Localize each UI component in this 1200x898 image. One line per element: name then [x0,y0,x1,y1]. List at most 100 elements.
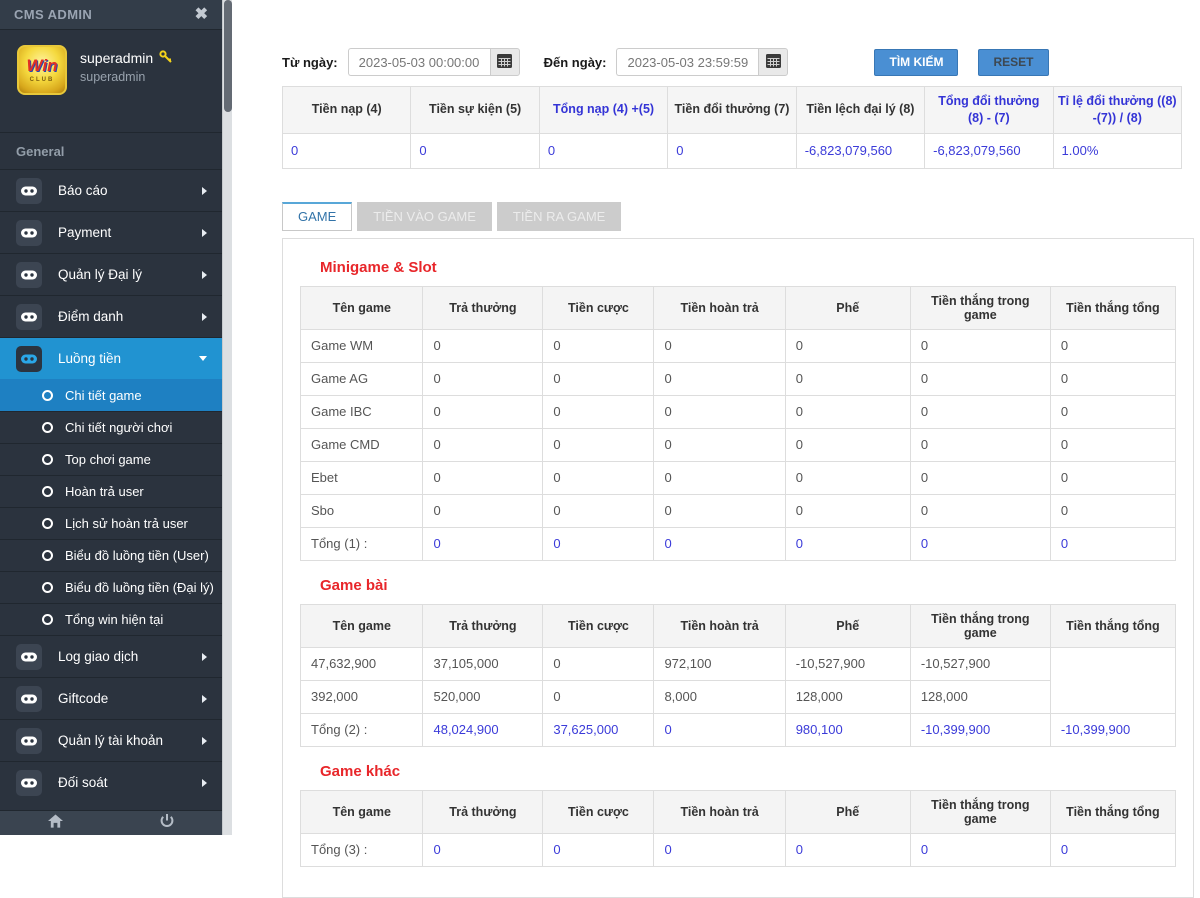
sidebar-item-label: Điểm danh [58,309,124,324]
sidebar-subitem[interactable]: Biểu đồ luồng tiền (Đại lý) [0,571,222,603]
game-table: Tên game Trả thưởng Tiền cược Tiền hoàn trả… [299,285,1177,561]
game-table-cell: 0 [653,427,786,462]
sidebar: CMS ADMIN ✖ Win CLUB superadmin superadm… [0,0,232,835]
sidebar-item[interactable]: Log giao dịch [0,635,222,677]
summary-header-cell: Tiền nạp (4) [281,86,412,134]
game-table-cell: Game AG [299,361,424,396]
game-section: Game bài Tên game Trả thưởng Tiền cược Tiền … [299,577,1177,747]
summary-value-cell: 0 [538,132,669,169]
circle-icon [42,582,53,593]
to-date-input[interactable] [616,48,759,76]
game-table-cell: -10,527,900 [909,646,1051,681]
summary-value-cell: -6,823,079,560 [924,132,1054,169]
game-table-cell: 0 [542,646,655,681]
game-table-cell: -10,527,900 [784,646,911,681]
total-value-cell: 0 [653,526,786,561]
tab-ti-n-ra-game[interactable]: TIỀN RA GAME [496,201,622,231]
game-table-cell: 0 [1049,328,1177,363]
sidebar-item[interactable]: Payment [0,211,222,253]
sidebar-subitem[interactable]: Top chơi game [0,443,222,475]
game-table-cell: 0 [422,394,544,429]
game-table-header-cell: Phế [784,603,911,648]
sidebar-subitem[interactable]: Biểu đồ luồng tiền (User) [0,539,222,571]
summary-value-cell: 0 [281,132,412,169]
sidebar-item[interactable]: Quản lý tài khoản [0,719,222,761]
sidebar-subitem[interactable]: Hoàn trả user [0,475,222,507]
home-button[interactable] [0,811,111,835]
summary-value-cell: -6,823,079,560 [795,132,926,169]
sidebar-subitem[interactable]: Tổng win hiện tại [0,603,222,635]
game-table-row: Game WM 0 0 0 0 0 0 [299,328,1177,363]
sidebar-item-label: Báo cáo [58,183,108,198]
total-value-cell: 0 [784,832,911,867]
game-table-header-cell: Phế [784,285,911,330]
from-date-calendar-button[interactable] [489,48,520,76]
gamepad-icon [16,345,42,372]
gamepad-icon [16,769,42,796]
summary-table: Tiền nạp (4) Tiền sự kiện (5) Tổng nạp (4)… [281,86,1183,169]
logout-button[interactable] [111,811,222,835]
game-table-cell: 0 [1049,394,1177,429]
tab-game[interactable]: GAME [282,201,353,231]
sidebar-item[interactable]: Quản lý Đại lý [0,253,222,295]
summary-header-cell: Tổng đổi thưởng (8) - (7) [924,86,1054,134]
scrollbar-thumb[interactable] [224,0,232,112]
game-table-cell: 0 [422,427,544,462]
game-table-row: Sbo 0 0 0 0 0 0 [299,493,1177,528]
game-table-header-cell: Tiền thắng tổng [1049,603,1177,648]
close-icon[interactable]: ✖ [195,6,208,23]
game-table-cell: 0 [542,679,655,714]
sidebar-subitem-label: Chi tiết người chơi [65,420,173,435]
summary-header-cell: Tỉ lệ đổi thưởng ((8) -(7)) / (8) [1052,86,1183,134]
game-table-cell: Game WM [299,328,424,363]
game-table-cell: 0 [909,328,1051,363]
sidebar-item[interactable]: Điểm danh [0,295,222,337]
sidebar-scrollbar[interactable] [222,0,232,835]
circle-icon [42,518,53,529]
game-table-cell: 520,000 [422,679,544,714]
sidebar-menu: Báo cáo Payment Quản lý Đại lý Điểm danh Luồ… [0,169,222,803]
sidebar-subitem[interactable]: Chi tiết game [0,379,222,411]
sidebar-subitem[interactable]: Chi tiết người chơi [0,411,222,443]
game-table-total-row: Tổng (2) :48,024,900 37,625,000 0 980,100 -1… [299,712,1177,747]
search-button[interactable]: TÌM KIẾM [874,48,959,76]
sidebar-footer [0,810,222,835]
reset-button[interactable]: RESET [978,48,1049,76]
from-date-input[interactable] [347,48,490,76]
sidebar-item-label: Payment [58,225,112,240]
sidebar-subitem-label: Top chơi game [65,452,151,467]
tab-ti-n-v-o-game[interactable]: TIỀN VÀO GAME [357,201,492,231]
sidebar-item[interactable]: Luồng tiền [0,337,222,379]
circle-icon [42,486,53,497]
sidebar-item-label: Quản lý Đại lý [58,267,143,282]
circle-icon [42,550,53,561]
sidebar-subitem[interactable]: Lịch sử hoàn trả user [0,507,222,539]
game-table-header-cell: Tiền hoàn trả [653,603,786,648]
chevron-right-icon [202,312,207,321]
game-table-cell: 0 [542,493,655,528]
sidebar-subitem-label: Biểu đồ luồng tiền (User) [65,548,209,563]
game-table-cell: 392,000 [299,679,424,714]
sidebar-item[interactable]: Báo cáo [0,169,222,211]
gamepad-icon [16,685,42,712]
total-value-cell: 0 [422,526,544,561]
user-panel: Win CLUB superadmin superadmin [0,30,222,132]
total-value-cell: 48,024,900 [422,712,544,747]
circle-icon [42,422,53,433]
game-table-row: Game AG 0 0 0 0 0 0 [299,361,1177,396]
game-table-cell: 0 [1049,493,1177,528]
sidebar-item[interactable]: Giftcode [0,677,222,719]
game-table-cell: 0 [909,361,1051,396]
to-date-calendar-button[interactable] [758,48,789,76]
total-label-cell: Tổng (2) : [299,712,424,747]
chevron-right-icon [202,694,207,703]
section-title: Minigame & Slot [320,258,437,276]
power-icon [160,813,174,833]
game-table-cell: 47,632,900 [299,646,424,681]
total-value-cell: 0 [1049,832,1177,867]
game-table-header-cell: Tiền hoàn trả [653,789,786,834]
sidebar-subitem-label: Chi tiết game [65,388,142,403]
game-table-cell: 128,000 [909,679,1051,714]
game-table-cell: Game CMD [299,427,424,462]
sidebar-item[interactable]: Đối soát [0,761,222,803]
